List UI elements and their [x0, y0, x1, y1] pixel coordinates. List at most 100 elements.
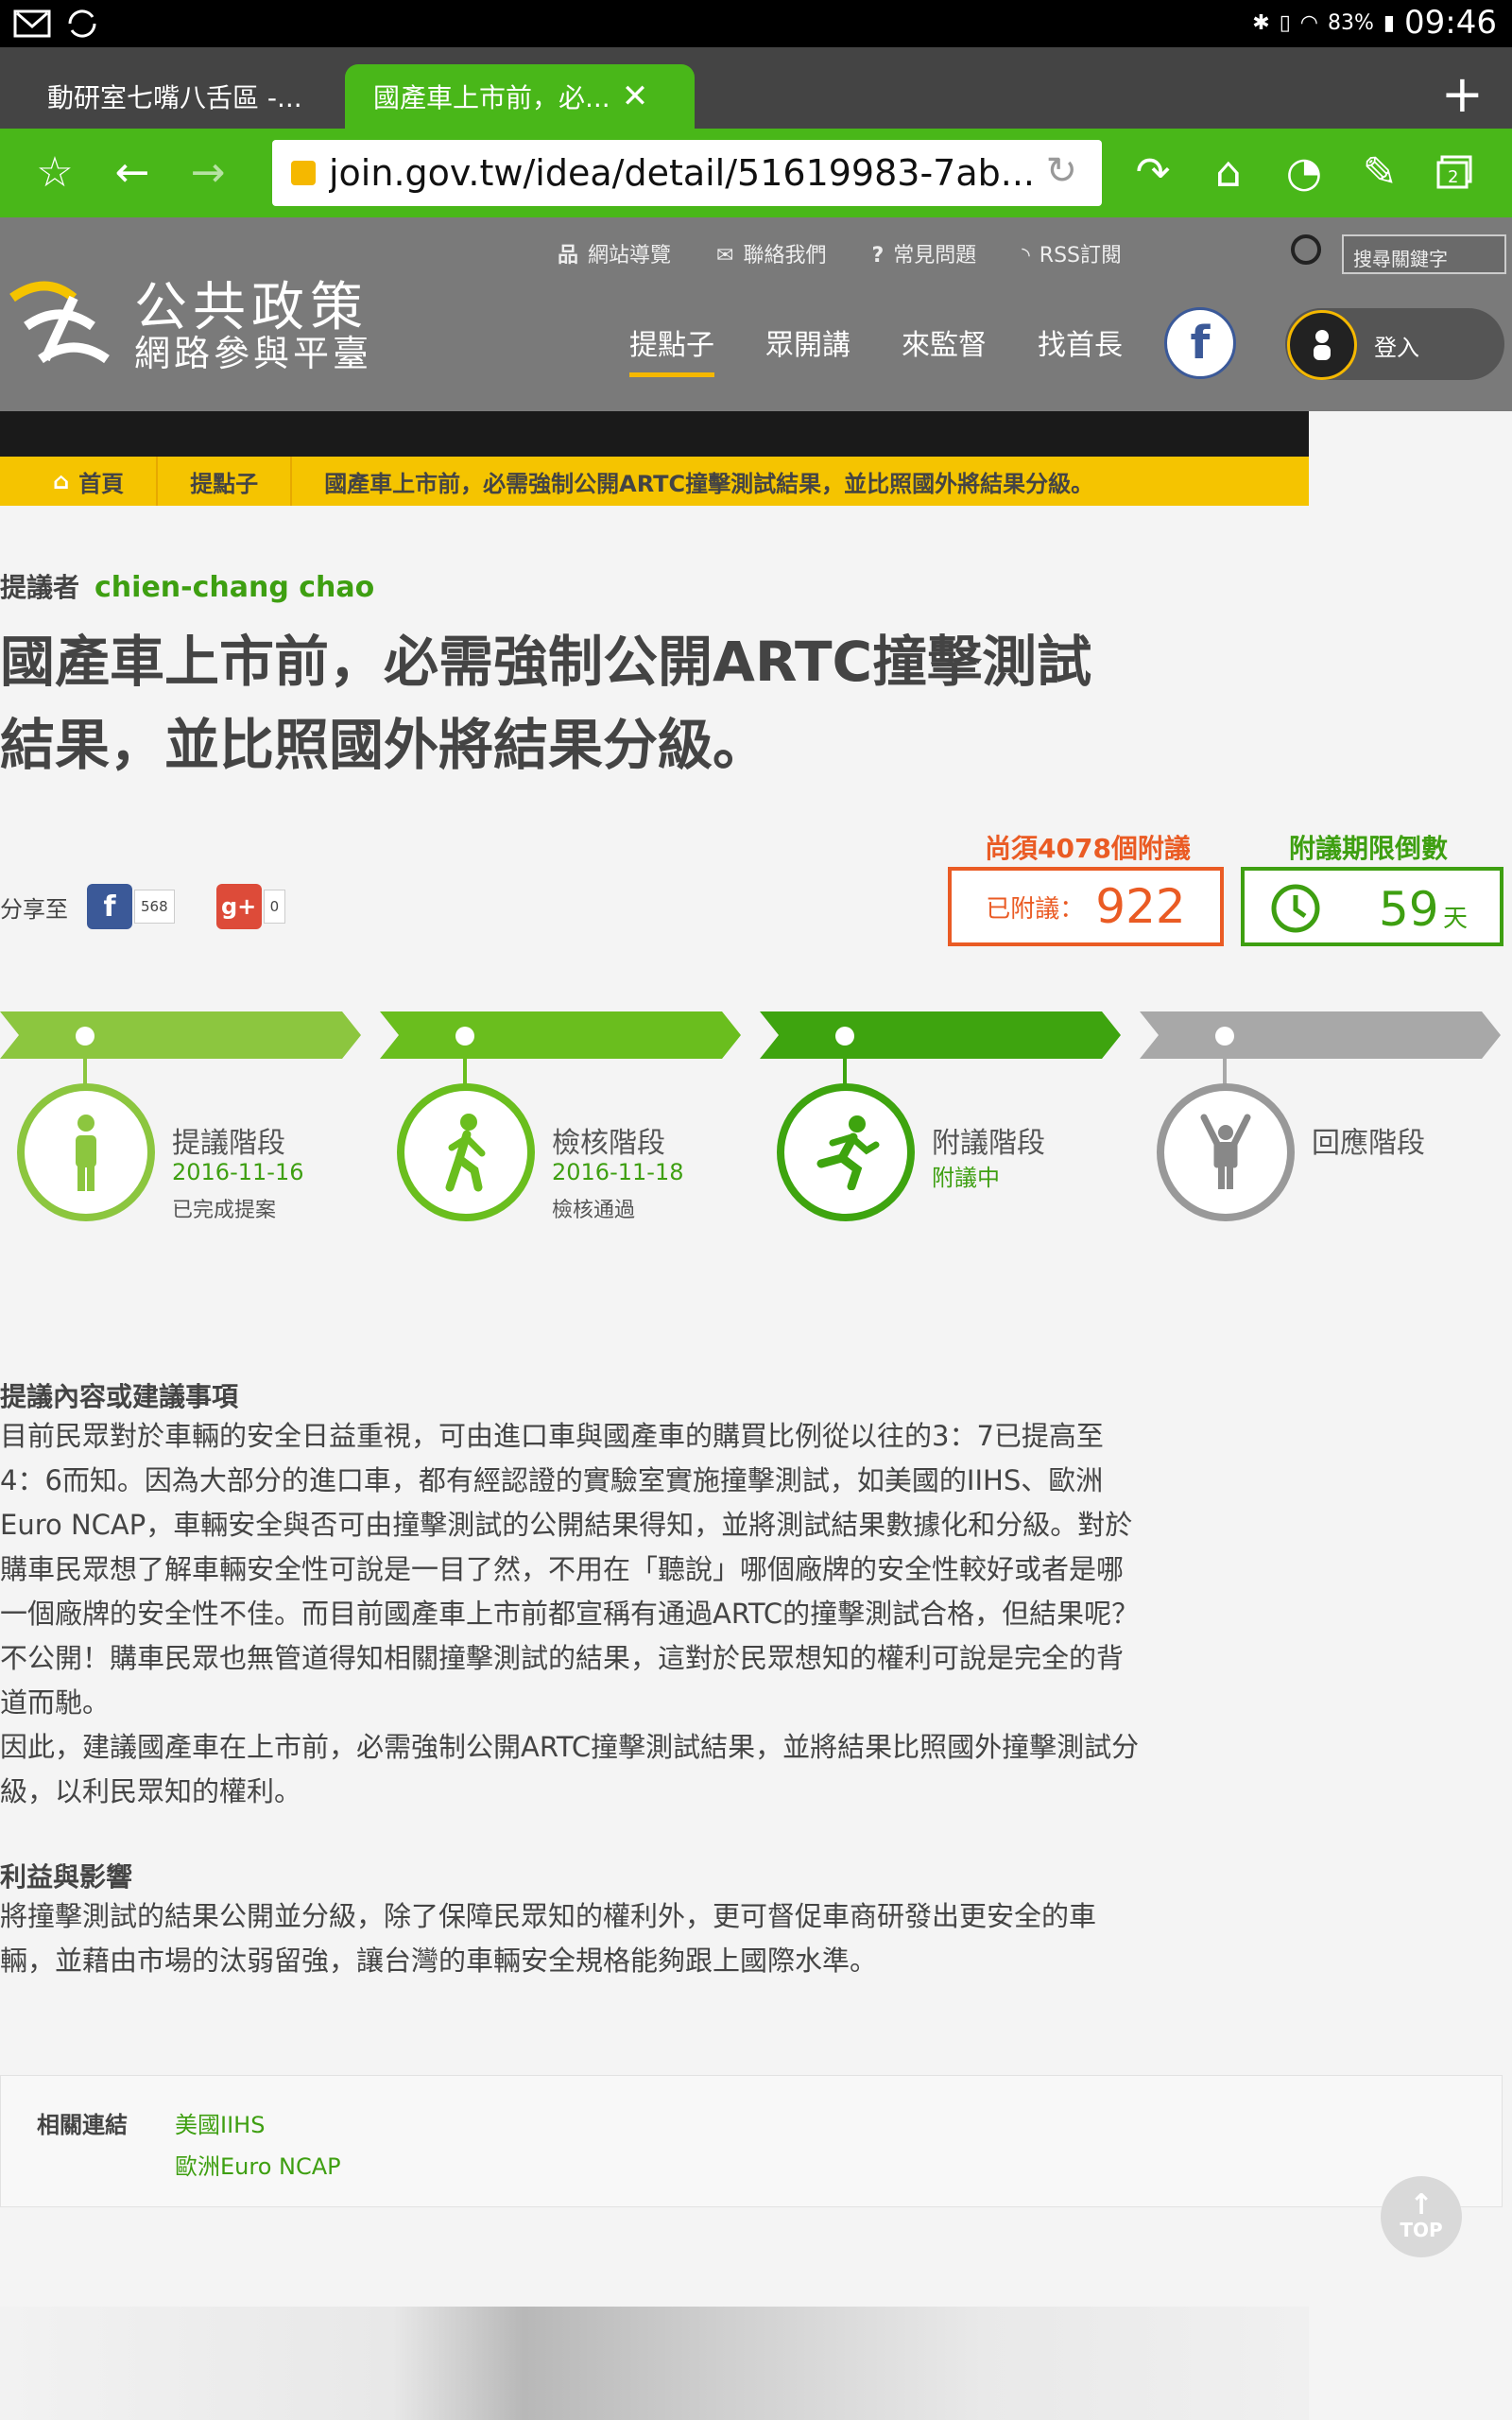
extension-icon[interactable]: ✎ [1351, 144, 1408, 200]
site-logo-icon[interactable] [8, 269, 121, 383]
home-icon[interactable]: ⌂ [1200, 144, 1257, 200]
site-favicon [291, 161, 316, 185]
stage-propose: 提議階段 2016-11-16 已完成提案 [0, 1011, 361, 1222]
reader-icon[interactable]: ◔ [1276, 144, 1332, 200]
nav-find-leader[interactable]: 找首長 [1038, 321, 1123, 377]
nav-supervise[interactable]: 來監督 [902, 321, 987, 377]
sync-icon [68, 9, 96, 38]
facebook-share-button[interactable]: f 568 [87, 884, 175, 929]
link-euro-ncap[interactable]: 歐洲Euro NCAP [175, 2148, 341, 2181]
browser-tab-1[interactable]: 動研室七嘴八舌區 -... [19, 64, 340, 129]
main-nav: 提點子 眾開講 來監督 找首長 [629, 321, 1123, 377]
benefit-body: 將撞擊測試的結果公開並分級，除了保障民眾知的權利外，更可督促車商研發出更安全的車… [0, 1894, 1143, 1983]
nav-discussion[interactable]: 眾開講 [765, 321, 850, 377]
bookmark-star-icon[interactable]: ☆ [26, 144, 83, 200]
cheering-person-icon [1157, 1083, 1295, 1221]
content-paragraph-1: 目前民眾對於車輛的安全日益重視，可由進口車與國產車的購買比例從以往的3：7已提高… [0, 1420, 1140, 1719]
stage-date: 2016-11-18 [552, 1159, 684, 1185]
logo-subtitle: 網路參與平臺 [134, 333, 373, 374]
mail-icon: ✉ [716, 244, 734, 268]
browser-toolbar: ☆ ← → join.gov.tw/idea/detail/51619983-7… [0, 129, 1512, 217]
content-heading: 提議內容或建議事項 [0, 1381, 239, 1412]
stage-cosign: 附議階段 附議中 [760, 1011, 1121, 1221]
signature-count-box: 已附議： 922 [948, 867, 1224, 946]
breadcrumb-home[interactable]: ⌂ 首頁 [0, 457, 159, 506]
search-icon[interactable] [1291, 234, 1321, 265]
clock: 09:46 [1404, 4, 1497, 42]
share-label: 分享至 [0, 895, 68, 923]
close-tab-icon[interactable]: ✕ [622, 78, 649, 115]
question-icon: ? [871, 244, 885, 268]
status-bar: ✱ ▯ ◠ 83% ▮ 09:46 [0, 0, 1512, 47]
stage-status: 已完成提案 [172, 1199, 277, 1222]
running-person-icon [777, 1083, 915, 1221]
benefit-paragraph: 將撞擊測試的結果公開並分級，除了保障民眾知的權利外，更可督促車商研發出更安全的車… [0, 1900, 1097, 1977]
wifi-icon: ◠ [1299, 10, 1318, 35]
login-button[interactable]: 登入 [1285, 308, 1504, 380]
sitemap-link[interactable]: 品網站導覽 [558, 238, 671, 268]
stage-bar [1140, 1011, 1501, 1059]
deadline-label: 附議期限倒數 [1289, 833, 1449, 864]
proposer-label: 提議者 [0, 572, 80, 603]
stage-name: 提議階段 [172, 1127, 285, 1160]
google-plus-icon: g+ [215, 884, 262, 929]
days-left-number: 59 [1379, 882, 1439, 937]
battery-percent: 83% [1328, 10, 1374, 35]
new-tab-icon[interactable]: + [1441, 64, 1484, 124]
footer-image [0, 2307, 1309, 2420]
tab-label: 國產車上市前，必... [373, 82, 610, 113]
stage-dot [455, 1027, 474, 1046]
stage-date: 附議中 [932, 1165, 1000, 1191]
related-links: 相關連結 美國IIHS 歐洲Euro NCAP [0, 2075, 1503, 2207]
battery-icon: ▮ [1383, 10, 1396, 35]
stage-bar [760, 1011, 1121, 1059]
rss-link[interactable]: ◝ RSS訂閱 [1022, 238, 1122, 268]
search-input[interactable]: 搜尋關鍵字 [1342, 234, 1506, 274]
stage-bar [0, 1011, 361, 1059]
url-text: join.gov.tw/idea/detail/51619983-7ab... [329, 152, 1035, 194]
bluetooth-icon: ✱ [1252, 10, 1270, 35]
back-icon[interactable]: ← [104, 144, 161, 200]
benefit-heading: 利益與影響 [0, 1861, 133, 1893]
proposer-name[interactable]: chien-chang chao [94, 571, 374, 604]
tab-label: 動研室七嘴八舌區 -... [47, 82, 302, 113]
reload-icon[interactable]: ↻ [1045, 149, 1077, 193]
stage-name: 附議階段 [932, 1127, 1045, 1160]
gmail-icon [13, 9, 51, 38]
stage-name: 檢核階段 [552, 1127, 665, 1160]
link-iihs[interactable]: 美國IIHS [175, 2106, 265, 2139]
tab-switcher-icon[interactable]: 2 [1427, 144, 1484, 200]
breadcrumb: ⌂ 首頁 提點子 國產車上市前，必需強制公開ARTC撞擊測試結果，並比照國外將結果… [0, 457, 1309, 506]
proposal-title: 國產車上市前，必需強制公開ARTC撞擊測試結果，並比照國外將結果分級。 [0, 630, 1092, 777]
contact-link[interactable]: ✉ 聯絡我們 [716, 238, 826, 268]
faq-link[interactable]: ? 常見問題 [871, 238, 976, 268]
remaining-signatures: 尚須4078個附議 [985, 833, 1191, 864]
breadcrumb-propose[interactable]: 提點子 [158, 457, 293, 506]
stage-status: 檢核通過 [552, 1199, 636, 1222]
walking-person-icon [397, 1083, 535, 1221]
gplus-share-count: 0 [263, 890, 286, 924]
address-bar[interactable]: join.gov.tw/idea/detail/51619983-7ab... … [272, 140, 1102, 206]
user-icon [1287, 310, 1357, 380]
site-header: 公共政策 網路參與平臺 品網站導覽 ✉ 聯絡我們 ? 常見問題 ◝ RSS訂閱 搜尋關… [0, 217, 1512, 411]
stage-dot [835, 1027, 854, 1046]
browser-tab-2-active[interactable]: 國產車上市前，必... ✕ [345, 64, 695, 129]
home-icon: ⌂ [53, 468, 70, 494]
related-links-heading: 相關連結 [37, 2112, 128, 2138]
stage-dot [1215, 1027, 1234, 1046]
gplus-share-button[interactable]: g+ 0 [215, 884, 286, 929]
share-forward-icon[interactable]: ↷ [1125, 144, 1181, 200]
signature-count-label: 已附議： [986, 894, 1085, 924]
forward-icon[interactable]: → [180, 144, 236, 200]
banner-image [0, 411, 1309, 457]
stage-name: 回應階段 [1312, 1127, 1425, 1160]
vibrate-icon: ▯ [1279, 10, 1291, 35]
stage-response: 回應階段 [1140, 1011, 1501, 1221]
top-label: TOP [1400, 2219, 1443, 2241]
breadcrumb-current: 國產車上市前，必需強制公開ARTC撞擊測試結果，並比照國外將結果分級。 [324, 470, 1094, 497]
browser-tab-bar: 動研室七嘴八舌區 -... 國產車上市前，必... ✕ + [0, 47, 1512, 129]
arrow-up-icon: ↑ [1409, 2188, 1434, 2221]
back-to-top-button[interactable]: ↑ TOP [1381, 2176, 1462, 2257]
facebook-icon[interactable]: f [1164, 307, 1236, 379]
nav-propose-idea[interactable]: 提點子 [629, 321, 714, 377]
